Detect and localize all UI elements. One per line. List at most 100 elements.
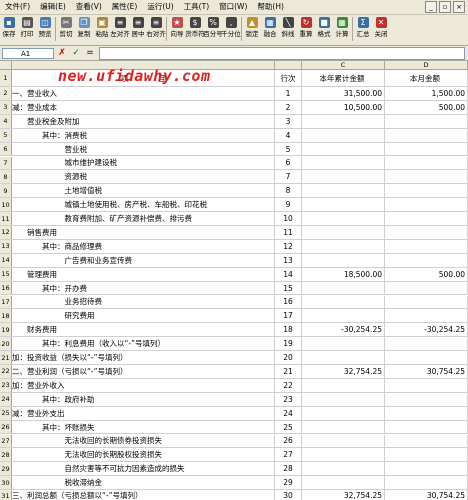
cell-item[interactable]: 其中：利息费用（收入以“-”号填列） xyxy=(12,337,275,351)
cell-line-no[interactable]: 2 xyxy=(275,100,302,114)
cell-month-amount[interactable]: 30,754.25 xyxy=(385,365,468,378)
cell-line-no[interactable]: 3 xyxy=(275,114,302,128)
menu-file[interactable]: 文件(F) xyxy=(0,0,35,14)
cell-item[interactable]: 广告费和业务宣传费 xyxy=(12,253,275,267)
cell-ytd-amount[interactable] xyxy=(302,476,385,490)
cell-month-amount[interactable]: 500.00 xyxy=(385,100,468,114)
cell-item[interactable]: 减：营业外支出 xyxy=(12,406,275,420)
cell-month-amount[interactable] xyxy=(385,351,468,364)
cell-line-no[interactable]: 8 xyxy=(275,184,302,198)
menu-window[interactable]: 窗口(W) xyxy=(214,0,252,14)
paste-button[interactable]: ▣ 粘贴 xyxy=(94,15,110,39)
cell-ytd-amount[interactable]: -30,254.25 xyxy=(302,323,385,337)
cell-line-no[interactable]: 4 xyxy=(275,128,302,142)
cell-ytd-amount[interactable] xyxy=(302,378,385,392)
cell-month-amount[interactable] xyxy=(385,239,468,253)
cell-line-no[interactable]: 28 xyxy=(275,462,302,476)
cell-line-no[interactable]: 行次 xyxy=(275,70,302,86)
column-header-d[interactable]: D xyxy=(385,61,468,70)
cell-line-no[interactable]: 19 xyxy=(275,337,302,351)
cell-line-no[interactable]: 23 xyxy=(275,392,302,406)
cell-ytd-amount[interactable] xyxy=(302,239,385,253)
cell-line-no[interactable]: 7 xyxy=(275,170,302,184)
row-number[interactable]: 15 xyxy=(0,267,12,281)
row-number[interactable]: 6 xyxy=(0,142,12,156)
align-right-button[interactable]: ≡ 右对齐 xyxy=(146,15,166,39)
cell-item[interactable]: 教育费附加、矿产资源补偿费、排污费 xyxy=(12,212,275,225)
cell-ytd-amount[interactable] xyxy=(302,420,385,434)
cell-item[interactable]: 其中：政府补助 xyxy=(12,392,275,406)
menu-properties[interactable]: 属性(E) xyxy=(107,0,143,14)
preview-button[interactable]: ◫ 预览 xyxy=(37,15,53,39)
cell-month-amount[interactable] xyxy=(385,170,468,184)
cell-line-no[interactable]: 10 xyxy=(275,212,302,225)
cell-month-amount[interactable] xyxy=(385,406,468,420)
cell-month-amount[interactable] xyxy=(385,476,468,490)
cell-item[interactable]: 项 目 xyxy=(12,70,275,86)
print-button[interactable]: ▤ 打印 xyxy=(19,15,35,39)
row-number[interactable]: 9 xyxy=(0,184,12,198)
cell-item[interactable]: 管理费用 xyxy=(12,267,275,281)
cell-month-amount[interactable] xyxy=(385,462,468,476)
cell-ytd-amount[interactable] xyxy=(302,392,385,406)
row-number[interactable]: 21 xyxy=(0,351,12,364)
lock-button[interactable]: ▲ 锁定 xyxy=(244,15,260,39)
cell-line-no[interactable]: 29 xyxy=(275,476,302,490)
row-number[interactable]: 14 xyxy=(0,253,12,267)
cell-ytd-amount[interactable]: 10,500.00 xyxy=(302,100,385,114)
cell-item[interactable]: 城镇土地使用税、房产税、车船税、印花税 xyxy=(12,198,275,212)
row-number[interactable]: 22 xyxy=(0,365,12,378)
cell-line-no[interactable]: 14 xyxy=(275,267,302,281)
cell-line-no[interactable]: 16 xyxy=(275,295,302,309)
cell-item[interactable]: 业务招待费 xyxy=(12,295,275,309)
cell-month-amount[interactable] xyxy=(385,309,468,323)
cell-ytd-amount[interactable]: 本年累计金额 xyxy=(302,70,385,86)
cell-month-amount[interactable] xyxy=(385,448,468,462)
row-number[interactable]: 4 xyxy=(0,114,12,128)
cell-month-amount[interactable]: 30,754.25 xyxy=(385,490,468,500)
cell-line-no[interactable]: 18 xyxy=(275,323,302,337)
cell-ytd-amount[interactable]: 31,500.00 xyxy=(302,87,385,100)
cell-month-amount[interactable] xyxy=(385,295,468,309)
cell-item[interactable]: 其中：消费税 xyxy=(12,128,275,142)
diagonal-button[interactable]: ╲ 斜线 xyxy=(280,15,296,39)
row-number[interactable]: 29 xyxy=(0,462,12,476)
percent-button[interactable]: % 百分号 xyxy=(203,15,223,39)
cell-month-amount[interactable] xyxy=(385,114,468,128)
cell-item[interactable]: 一、营业收入 xyxy=(12,87,275,100)
cell-item[interactable]: 销售费用 xyxy=(12,226,275,239)
cell-item[interactable]: 土地增值税 xyxy=(12,184,275,198)
row-number[interactable]: 24 xyxy=(0,392,12,406)
cell-line-no[interactable]: 22 xyxy=(275,378,302,392)
align-left-button[interactable]: ≡ 左对齐 xyxy=(110,15,130,39)
cell-month-amount[interactable] xyxy=(385,226,468,239)
cell-month-amount[interactable]: 500.00 xyxy=(385,267,468,281)
cell-item[interactable]: 二、营业利润（亏损以“-”号填列） xyxy=(12,365,275,378)
row-number[interactable]: 17 xyxy=(0,295,12,309)
cell-line-no[interactable]: 9 xyxy=(275,198,302,212)
cell-item[interactable]: 其中：商品修理费 xyxy=(12,239,275,253)
menu-run[interactable]: 运行(U) xyxy=(142,0,178,14)
cell-item[interactable]: 其中：坏账损失 xyxy=(12,420,275,434)
cell-line-no[interactable]: 13 xyxy=(275,253,302,267)
cell-line-no[interactable]: 12 xyxy=(275,239,302,253)
merge-button[interactable]: ▦ 融合 xyxy=(262,15,278,39)
column-header-a[interactable] xyxy=(12,61,275,70)
row-number[interactable]: 12 xyxy=(0,226,12,239)
cell-ytd-amount[interactable] xyxy=(302,351,385,364)
cell-item[interactable]: 无法收回的长期股权投资损失 xyxy=(12,448,275,462)
cell-month-amount[interactable] xyxy=(385,253,468,267)
cell-ytd-amount[interactable] xyxy=(302,337,385,351)
cell-item[interactable]: 加：投资收益（损失以“-”号填列） xyxy=(12,351,275,364)
summary-button[interactable]: Σ 汇总 xyxy=(355,15,371,39)
cell-ytd-amount[interactable] xyxy=(302,128,385,142)
cell-ytd-amount[interactable] xyxy=(302,198,385,212)
copy-button[interactable]: ❐ 复制 xyxy=(76,15,92,39)
cell-ytd-amount[interactable] xyxy=(302,295,385,309)
cell-line-no[interactable]: 11 xyxy=(275,226,302,239)
cell-item[interactable]: 无法收回的长期债券投资损失 xyxy=(12,434,275,448)
row-number[interactable]: 20 xyxy=(0,337,12,351)
row-number[interactable]: 26 xyxy=(0,420,12,434)
cell-month-amount[interactable] xyxy=(385,337,468,351)
cell-ytd-amount[interactable] xyxy=(302,226,385,239)
